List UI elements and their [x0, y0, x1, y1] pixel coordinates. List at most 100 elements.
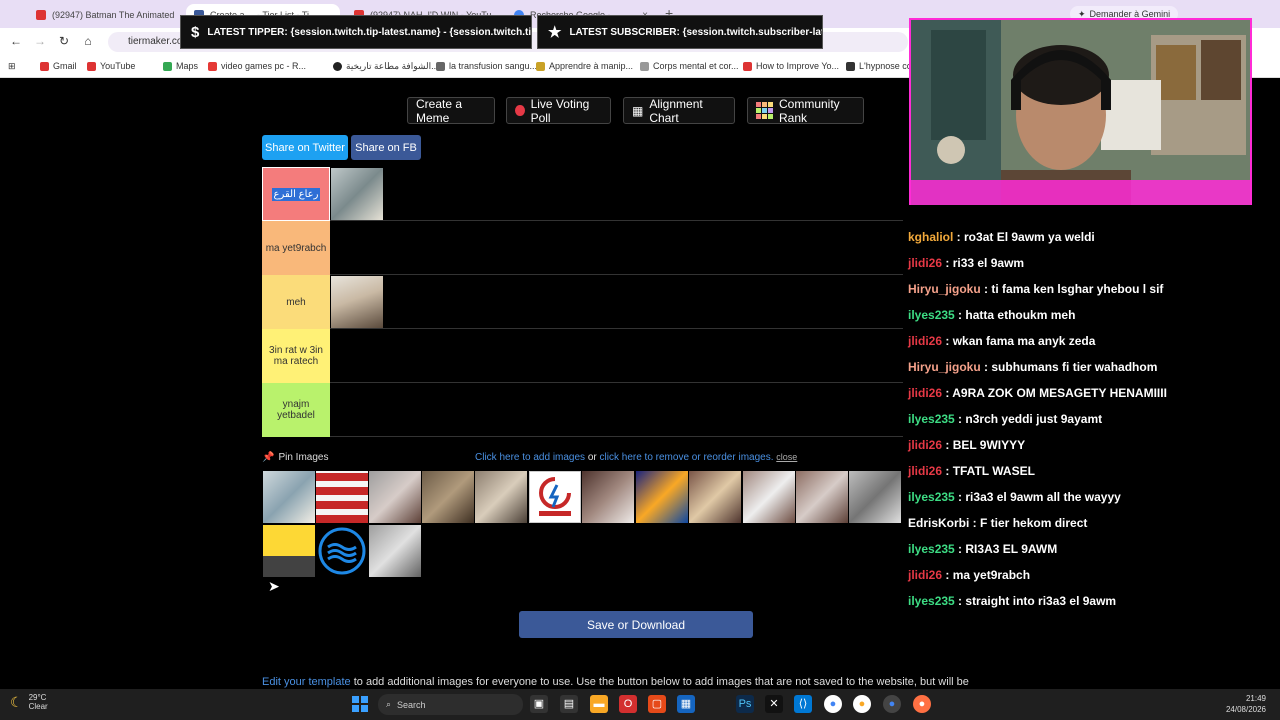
share-twitter-button[interactable]: Share on Twitter	[262, 135, 348, 160]
bookmark-label: la transfusion sangu...	[449, 61, 538, 71]
chat-text: ro3at El 9awm ya weldi	[964, 230, 1095, 244]
tier-label[interactable]: ma yet9rabch	[262, 221, 330, 275]
pool-image[interactable]	[263, 525, 315, 577]
alignment-chart-button[interactable]: ▦ Alignment Chart	[623, 97, 735, 125]
chat-user: ilyes235	[908, 490, 955, 504]
bookmark-label: الشوافة مطاعة تاريخية...	[346, 61, 439, 71]
forward-arrow-icon[interactable]: →	[32, 34, 48, 48]
weather-widget[interactable]: ☾ 29°C Clear	[10, 693, 48, 711]
pool-image[interactable]	[636, 471, 688, 523]
share-facebook-button[interactable]: Share on FB	[351, 135, 421, 160]
tier-label[interactable]: meh	[262, 275, 330, 329]
bookmark-label: Apprendre à manip...	[549, 61, 634, 71]
pool-image[interactable]	[475, 471, 527, 523]
tier-item-image[interactable]	[331, 168, 383, 220]
tier-label-text: meh	[286, 296, 306, 308]
create-meme-button[interactable]: Create a Meme	[407, 97, 495, 125]
pool-image[interactable]	[316, 525, 368, 577]
chat-user: jlidi26	[908, 568, 943, 582]
photoshop-icon[interactable]: Ps	[736, 695, 754, 713]
app-icon[interactable]: ✕	[765, 695, 783, 713]
tier-row[interactable]: ma yet9rabch	[262, 221, 907, 275]
bookmark-label: Corps mental et cor...	[653, 61, 739, 71]
pool-image[interactable]	[796, 471, 848, 523]
pool-image[interactable]	[743, 471, 795, 523]
apps-grid-icon[interactable]: ⊞	[8, 61, 16, 72]
add-images-link[interactable]: Click here to add images	[475, 452, 585, 463]
system-clock[interactable]: 21:49 24/08/2026	[1226, 693, 1266, 715]
home-icon[interactable]: ⌂	[80, 34, 96, 48]
date: 24/08/2026	[1225, 705, 1266, 714]
bookmark-icon	[640, 61, 649, 71]
bookmark-label: Gmail	[53, 61, 77, 71]
community-rank-button[interactable]: Community Rank	[747, 97, 864, 125]
widgets-icon[interactable]: ▤	[560, 695, 578, 713]
chat-user: ilyes235	[908, 308, 955, 322]
chrome-icon[interactable]: ●	[824, 695, 842, 713]
chat-text: ti fama ken lsghar yhebou l sif	[991, 282, 1164, 296]
live-voting-poll-button[interactable]: Live Voting Poll	[506, 97, 611, 125]
star-icon: ★	[548, 24, 562, 41]
chat-message: Hiryu_jigoku : ti fama ken lsghar yhebou…	[908, 282, 1164, 296]
tier-row[interactable]: 3in rat w 3in ma ratech	[262, 329, 907, 383]
pool-image[interactable]	[263, 471, 315, 523]
dollar-icon: $	[191, 23, 200, 41]
bookmark-corps[interactable]: Corps mental et cor...	[640, 61, 739, 71]
bookmark-video-games[interactable]: video games pc - R...	[208, 61, 306, 71]
pool-image[interactable]	[689, 471, 741, 523]
app-icon[interactable]: ▦	[677, 695, 695, 713]
vscode-icon[interactable]: ⟨⟩	[794, 695, 812, 713]
chrome-active-icon[interactable]: ●	[883, 695, 901, 713]
tier-item-image[interactable]	[331, 276, 383, 328]
app-icon[interactable]: ▢	[648, 695, 666, 713]
file-explorer-icon[interactable]: ▬	[590, 695, 608, 713]
table-icon: ▦	[632, 103, 644, 118]
edit-template-note: Edit your template to add additional ima…	[262, 676, 969, 688]
chat-text: ri3a3 el 9awm all the wayyy	[965, 490, 1121, 504]
bookmark-youtube[interactable]: YouTube	[87, 61, 135, 71]
pool-image[interactable]	[422, 471, 474, 523]
chat-text: F tier hekom direct	[980, 516, 1088, 530]
tier-row[interactable]: meh	[262, 275, 907, 329]
tier-row[interactable]: رعاع القرع	[262, 167, 907, 221]
remove-images-link[interactable]: click here to remove or reorder images.	[600, 452, 774, 463]
app-icon[interactable]: ●	[853, 695, 871, 713]
pool-image[interactable]	[582, 471, 634, 523]
pool-image[interactable]	[369, 471, 421, 523]
chat-user: EdrisKorbi	[908, 516, 970, 530]
opera-icon[interactable]: O	[619, 695, 637, 713]
pool-image[interactable]	[529, 471, 581, 523]
tier-label[interactable]: 3in rat w 3in ma ratech	[262, 329, 330, 383]
chat-text: ri33 el 9awm	[952, 256, 1025, 270]
bookmark-hypnose[interactable]: L'hypnose con	[846, 61, 917, 71]
bookmark-improve[interactable]: How to Improve Yo...	[743, 61, 839, 71]
tier-label[interactable]: ynajm yetbadel	[262, 383, 330, 437]
bookmark-maps[interactable]: Maps	[163, 61, 198, 71]
save-download-button[interactable]: Save or Download	[519, 611, 753, 638]
close-link[interactable]: close	[776, 452, 797, 462]
pool-image[interactable]	[369, 525, 421, 577]
bookmark-label: YouTube	[100, 61, 136, 71]
app-icon[interactable]: ●	[913, 695, 931, 713]
edit-template-link[interactable]: Edit your template	[262, 676, 351, 688]
bookmark-gmail[interactable]: Gmail	[40, 61, 77, 71]
tipper-text: LATEST TIPPER: {session.twitch.tip-lates…	[207, 26, 532, 38]
pin-images-toggle[interactable]: 📌 Pin Images	[262, 452, 328, 463]
back-arrow-icon[interactable]: ←	[8, 34, 24, 48]
bookmark-apprendre[interactable]: Apprendre à manip...	[536, 61, 633, 71]
bookmark-transfusion[interactable]: la transfusion sangu...	[436, 61, 537, 71]
pool-image[interactable]	[849, 471, 901, 523]
tier-label[interactable]: رعاع القرع	[262, 167, 330, 221]
pool-image[interactable]	[316, 471, 368, 523]
reload-icon[interactable]: ↻	[56, 34, 72, 48]
tab-label: (92947) Batman The Animated	[52, 10, 175, 20]
chat-user: jlidi26	[908, 464, 943, 478]
tier-row[interactable]: ynajm yetbadel	[262, 383, 907, 437]
bookmark-arabic[interactable]: الشوافة مطاعة تاريخية...	[333, 61, 439, 72]
task-view-icon[interactable]: ▣	[530, 695, 548, 713]
chat-text: subhumans fi tier wahadhom	[991, 360, 1158, 374]
browser-tab[interactable]: (92947) Batman The Animated ×	[28, 4, 180, 26]
windows-start-icon[interactable]	[352, 696, 368, 712]
taskbar-search[interactable]: ⌕ Search	[378, 694, 523, 715]
subscriber-text: LATEST SUBSCRIBER: {session.twitch.subsc…	[569, 26, 822, 38]
